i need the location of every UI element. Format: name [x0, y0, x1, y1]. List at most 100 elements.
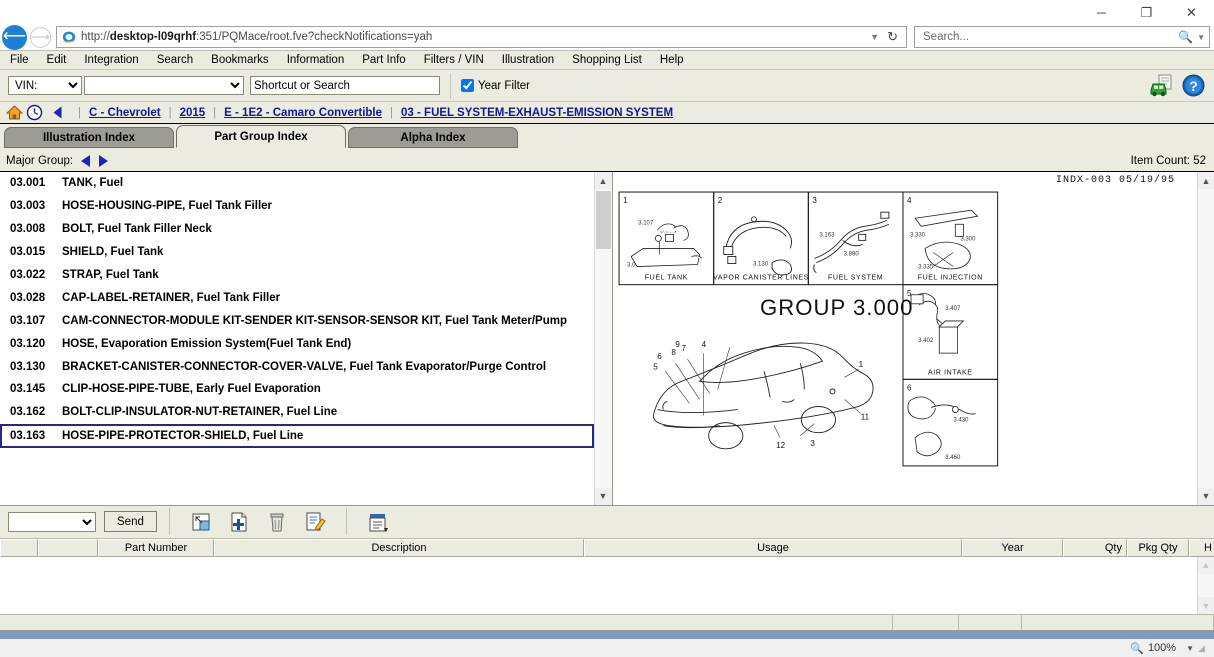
menu-item-help[interactable]: Help: [651, 54, 693, 66]
help-question-icon[interactable]: ?: [1181, 73, 1206, 98]
scroll-down-icon[interactable]: ▼: [1198, 597, 1214, 614]
column-header-check[interactable]: [0, 539, 38, 557]
part-description: HOSE, Evaporation Emission System(Fuel T…: [62, 338, 594, 350]
scroll-thumb[interactable]: [596, 191, 611, 249]
major-group-label: Major Group:: [6, 155, 73, 167]
back-triangle-icon[interactable]: [50, 104, 67, 121]
shortcut-search-input[interactable]: [250, 76, 440, 95]
breadcrumb-item-year[interactable]: 2015: [180, 107, 206, 119]
part-description: HOSE-PIPE-PROTECTOR-SHIELD, Fuel Line: [62, 430, 592, 442]
toolbar-divider: [169, 508, 170, 535]
breadcrumb-item-group[interactable]: 03 - FUEL SYSTEM-EXHAUST-EMISSION SYSTEM: [401, 107, 673, 119]
menu-item-information[interactable]: Information: [278, 54, 354, 66]
scroll-track[interactable]: [1198, 574, 1214, 597]
column-header-icon[interactable]: [38, 539, 98, 557]
list-item[interactable]: 03.145CLIP-HOSE-PIPE-TUBE, Early Fuel Ev…: [0, 378, 594, 401]
restore-window-icon[interactable]: [190, 511, 212, 533]
list-item[interactable]: 03.107CAM-CONNECTOR-MODULE KIT-SENDER KI…: [0, 309, 594, 332]
year-filter-toggle[interactable]: Year Filter: [461, 79, 530, 92]
list-item[interactable]: 03.003HOSE-HOUSING-PIPE, Fuel Tank Fille…: [0, 195, 594, 218]
prev-triangle-icon[interactable]: [81, 155, 90, 167]
browser-search-box[interactable]: Search... 🔍 ▼: [914, 26, 1210, 48]
next-triangle-icon[interactable]: [99, 155, 108, 167]
column-header-h[interactable]: H: [1189, 539, 1214, 557]
home-icon[interactable]: [6, 104, 23, 121]
year-filter-checkbox[interactable]: [461, 79, 474, 92]
list-item[interactable]: 03.162BOLT-CLIP-INSULATOR-NUT-RETAINER, …: [0, 401, 594, 424]
part-code: 03.145: [10, 383, 62, 395]
vin-type-select[interactable]: VIN:: [8, 76, 82, 95]
column-header-year[interactable]: Year: [962, 539, 1063, 557]
table-body[interactable]: ▲ ▼: [0, 557, 1214, 614]
illustration-canvas[interactable]: INDX-003 05/19/95 12 34: [613, 172, 1197, 505]
green-car-print-icon[interactable]: [1149, 73, 1174, 98]
zoom-magnifier-icon[interactable]: 🔍: [1130, 642, 1144, 655]
svg-text:3.163: 3.163: [819, 232, 835, 238]
part-group-list[interactable]: 03.001TANK, Fuel 03.003HOSE-HOUSING-PIPE…: [0, 172, 594, 505]
menu-item-illustration[interactable]: Illustration: [493, 54, 563, 66]
print-list-icon[interactable]: [367, 511, 389, 533]
menu-item-bookmarks[interactable]: Bookmarks: [202, 54, 278, 66]
list-item[interactable]: 03.028CAP-LABEL-RETAINER, Fuel Tank Fill…: [0, 286, 594, 309]
scroll-track[interactable]: [1198, 189, 1214, 488]
tab-alpha-index[interactable]: Alpha Index: [348, 127, 518, 148]
scroll-track[interactable]: [595, 189, 612, 488]
table-scrollbar[interactable]: ▲ ▼: [1197, 557, 1214, 614]
column-header-part-number[interactable]: Part Number: [98, 539, 214, 557]
zoom-level-label[interactable]: 100%: [1148, 642, 1176, 654]
address-dropdown-icon[interactable]: ▼: [864, 32, 885, 42]
maximize-button[interactable]: ❐: [1124, 0, 1169, 24]
breadcrumb-item-model[interactable]: E - 1E2 - Camaro Convertible: [224, 107, 382, 119]
illustration-scrollbar[interactable]: ▲ ▼: [1197, 172, 1214, 505]
menu-item-shopping-list[interactable]: Shopping List: [563, 54, 651, 66]
address-bar[interactable]: http://desktop-l09qrhf:351/PQMace/root.f…: [56, 26, 907, 48]
column-header-pkg-qty[interactable]: Pkg Qty: [1127, 539, 1189, 557]
list-item[interactable]: 03.022STRAP, Fuel Tank: [0, 264, 594, 287]
chevron-down-icon[interactable]: ▼: [1186, 644, 1194, 653]
menu-item-part-info[interactable]: Part Info: [353, 54, 414, 66]
chevron-down-icon[interactable]: ▼: [1197, 33, 1205, 42]
refresh-icon[interactable]: ↻: [885, 29, 904, 45]
scroll-up-icon[interactable]: ▲: [1198, 557, 1214, 574]
list-item[interactable]: 03.120HOSE, Evaporation Emission System(…: [0, 332, 594, 355]
list-item[interactable]: 03.130BRACKET-CANISTER-CONNECTOR-COVER-V…: [0, 355, 594, 378]
part-code: 03.163: [10, 430, 62, 442]
list-item-selected[interactable]: 03.163HOSE-PIPE-PROTECTOR-SHIELD, Fuel L…: [0, 424, 594, 448]
address-url: http://desktop-l09qrhf:351/PQMace/root.f…: [81, 31, 864, 43]
close-button[interactable]: ✕: [1169, 0, 1214, 24]
svg-text:FUEL SYSTEM: FUEL SYSTEM: [828, 275, 883, 282]
menu-item-file[interactable]: File: [6, 54, 38, 66]
delete-trash-icon[interactable]: [266, 511, 288, 533]
minimize-button[interactable]: ─: [1079, 0, 1124, 24]
forward-arrow-icon[interactable]: ⟶: [30, 27, 51, 48]
column-header-description[interactable]: Description: [214, 539, 584, 557]
tab-illustration-index[interactable]: Illustration Index: [4, 127, 174, 148]
send-button[interactable]: Send: [104, 511, 157, 532]
shopping-list-select[interactable]: [8, 512, 96, 532]
scroll-down-icon[interactable]: ▼: [1198, 488, 1214, 505]
add-document-icon[interactable]: [228, 511, 250, 533]
svg-text:6: 6: [657, 352, 662, 361]
vin-value-select[interactable]: [84, 76, 244, 95]
scroll-up-icon[interactable]: ▲: [1198, 172, 1214, 189]
clock-history-icon[interactable]: [26, 104, 43, 121]
menu-item-edit[interactable]: Edit: [38, 54, 76, 66]
list-item[interactable]: 03.001TANK, Fuel: [0, 172, 594, 195]
search-icon[interactable]: 🔍: [1178, 30, 1193, 44]
part-description: CAM-CONNECTOR-MODULE KIT-SENDER KIT-SENS…: [62, 315, 594, 327]
scroll-down-icon[interactable]: ▼: [595, 488, 612, 505]
breadcrumb-item-make[interactable]: C - Chevrolet: [89, 107, 161, 119]
menu-item-filters-vin[interactable]: Filters / VIN: [415, 54, 493, 66]
list-item[interactable]: 03.015SHIELD, Fuel Tank: [0, 241, 594, 264]
part-list-scrollbar[interactable]: ▲ ▼: [594, 172, 611, 505]
scroll-up-icon[interactable]: ▲: [595, 172, 612, 189]
tab-part-group-index[interactable]: Part Group Index: [176, 125, 346, 148]
column-header-usage[interactable]: Usage: [584, 539, 962, 557]
menu-item-integration[interactable]: Integration: [75, 54, 147, 66]
list-item[interactable]: 03.008BOLT, Fuel Tank Filler Neck: [0, 218, 594, 241]
resize-grip[interactable]: ◢: [1198, 643, 1208, 654]
menu-item-search[interactable]: Search: [148, 54, 202, 66]
edit-note-icon[interactable]: [304, 511, 326, 533]
back-arrow-icon[interactable]: ⟵: [2, 25, 27, 50]
column-header-qty[interactable]: Qty: [1063, 539, 1127, 557]
